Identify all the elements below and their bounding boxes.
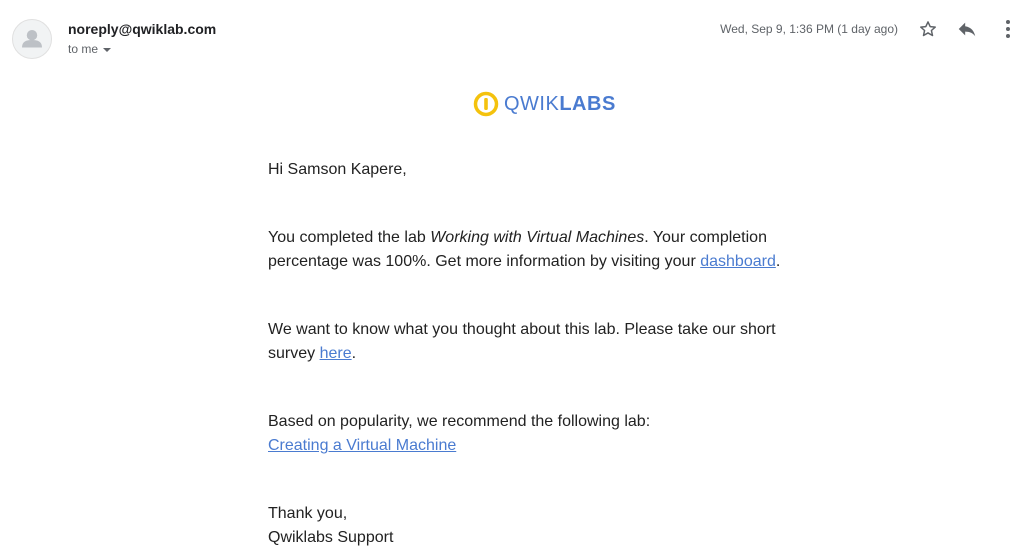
- logo-wordmark: QWIKLABS: [504, 90, 616, 118]
- sender-email[interactable]: noreply@qwiklab.com: [68, 20, 216, 38]
- caret-down-icon: [103, 47, 112, 52]
- p2-text-end: .: [351, 345, 357, 362]
- avatar-icon: [22, 29, 42, 48]
- lab-name: Working with Virtual Machines: [430, 229, 645, 246]
- logo-text-light: QWIK: [504, 93, 560, 115]
- greeting: Hi Samson Kapere,: [268, 161, 407, 178]
- email-view: noreply@qwiklab.com to me Wed, Sep 9, 1:…: [0, 0, 1036, 552]
- recipient-label: to me: [68, 42, 99, 56]
- more-vert-icon: [1006, 20, 1010, 38]
- email-timestamp: Wed, Sep 9, 1:36 PM (1 day ago): [720, 22, 898, 36]
- reply-icon: [958, 22, 976, 37]
- recommendation-paragraph: Based on popularity, we recommend the fo…: [268, 410, 798, 458]
- more-options-button[interactable]: [996, 17, 1020, 41]
- signature-text: Qwiklabs Support: [268, 529, 394, 546]
- recipient-dropdown[interactable]: to me: [68, 41, 112, 57]
- star-icon: [920, 21, 936, 37]
- survey-paragraph: We want to know what you thought about t…: [268, 318, 798, 366]
- qwiklabs-logo: QWIKLABS: [473, 90, 616, 118]
- sender-avatar[interactable]: [12, 19, 52, 59]
- recommended-lab-link[interactable]: Creating a Virtual Machine: [268, 437, 456, 454]
- recommendation-text: Based on popularity, we recommend the fo…: [268, 413, 651, 430]
- survey-link[interactable]: here: [320, 345, 352, 362]
- p1-text-end: .: [775, 253, 781, 270]
- sign-off: Thank you, Qwiklabs Support: [268, 502, 798, 550]
- qwiklabs-mark-icon: [473, 91, 499, 117]
- completion-paragraph: You completed the lab Working with Virtu…: [268, 226, 798, 274]
- email-body: Hi Samson Kapere, You completed the lab …: [268, 158, 798, 550]
- dashboard-link[interactable]: dashboard: [700, 253, 776, 270]
- reply-button[interactable]: [955, 17, 979, 41]
- p1-text-pre: You completed the lab: [268, 229, 431, 246]
- star-button[interactable]: [916, 17, 940, 41]
- logo-text-bold: LABS: [559, 93, 616, 115]
- closing-text: Thank you,: [268, 505, 348, 522]
